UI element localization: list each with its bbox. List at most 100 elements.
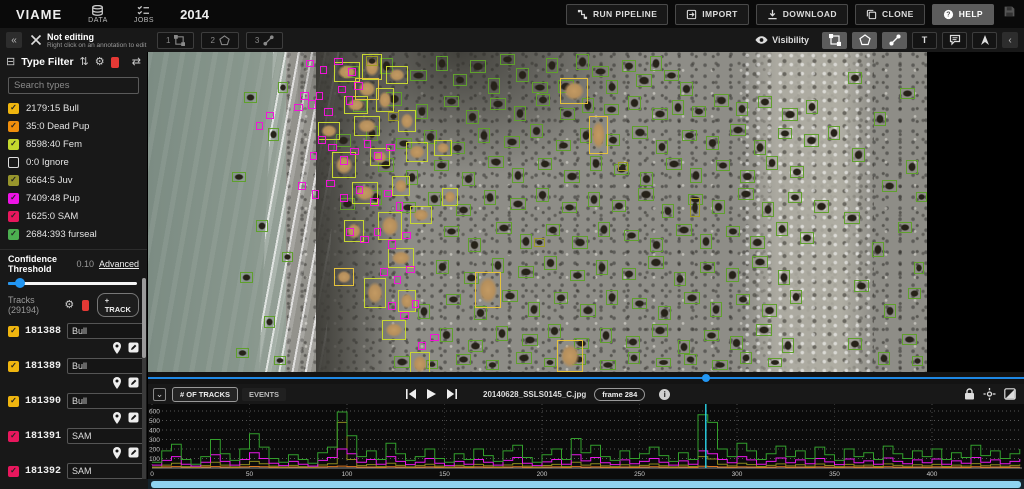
annotation-box-fur[interactable] bbox=[778, 128, 792, 139]
annotation-box-fur[interactable] bbox=[736, 294, 750, 305]
annotation-box-bull[interactable] bbox=[560, 78, 588, 104]
annotation-box-fur[interactable] bbox=[592, 66, 609, 77]
annotation-box-fur[interactable] bbox=[488, 78, 500, 94]
camera-follow-icon[interactable] bbox=[983, 388, 996, 400]
annotation-box-fur[interactable] bbox=[240, 272, 253, 283]
type-checkbox[interactable]: ✓ bbox=[8, 138, 19, 150]
annotation-box-fur[interactable] bbox=[588, 192, 600, 207]
num-tracks-button[interactable]: # OF TRACKS bbox=[172, 386, 239, 402]
annotation-box-fur[interactable] bbox=[278, 82, 288, 93]
annotation-box-fem[interactable] bbox=[354, 116, 380, 136]
annotation-box-fur[interactable] bbox=[453, 74, 467, 86]
annotation-box-fem[interactable] bbox=[364, 278, 386, 308]
annotation-box-fur[interactable] bbox=[884, 304, 896, 318]
type-checkbox[interactable]: ✓ bbox=[8, 192, 19, 204]
annotation-box-fur[interactable] bbox=[466, 110, 479, 124]
annotation-box-fur[interactable] bbox=[264, 316, 275, 328]
annotation-box-pup[interactable] bbox=[340, 194, 348, 202]
type-checkbox[interactable] bbox=[8, 156, 19, 168]
annotation-box-fur[interactable] bbox=[456, 204, 471, 216]
annotation-box-fur[interactable] bbox=[852, 148, 865, 162]
annotation-box-fur[interactable] bbox=[564, 170, 580, 183]
annotation-box-fur[interactable] bbox=[736, 102, 748, 116]
annotation-box-pup[interactable] bbox=[364, 140, 371, 148]
track-type-input[interactable] bbox=[67, 463, 146, 479]
annotation-box-fur[interactable] bbox=[236, 348, 249, 358]
annotation-box-fur[interactable] bbox=[500, 54, 515, 65]
annotation-box-fur[interactable] bbox=[502, 290, 518, 302]
delete-types-icon[interactable] bbox=[110, 56, 119, 68]
annotation-box-fur[interactable] bbox=[750, 236, 765, 249]
annotation-box-fur[interactable] bbox=[606, 290, 618, 305]
annotation-box-fur[interactable] bbox=[878, 352, 890, 365]
annotation-box-pup[interactable] bbox=[256, 122, 263, 130]
annotation-box-fur[interactable] bbox=[650, 56, 662, 71]
annotation-box-bull[interactable] bbox=[334, 268, 354, 286]
annotation-box-fur[interactable] bbox=[622, 60, 636, 72]
annotation-box-fur[interactable] bbox=[428, 192, 441, 206]
annotation-box-fur[interactable] bbox=[282, 252, 293, 262]
scrubber-track[interactable] bbox=[148, 377, 1024, 379]
annotation-box-pup[interactable] bbox=[418, 342, 426, 350]
annotation-box-fur[interactable] bbox=[754, 140, 766, 155]
annotation-box-pup[interactable] bbox=[374, 228, 381, 236]
annotation-box-fur[interactable] bbox=[648, 256, 664, 269]
annotation-box-bull[interactable] bbox=[589, 116, 608, 154]
annotation-box-fur[interactable] bbox=[800, 232, 814, 244]
annotation-box-pup[interactable] bbox=[298, 182, 306, 190]
annotation-box-fur[interactable] bbox=[788, 192, 802, 203]
annotation-box-fur[interactable] bbox=[704, 330, 719, 341]
annotation-box-fur[interactable] bbox=[900, 88, 915, 99]
track-row[interactable]: ✓ 181388 bbox=[8, 322, 146, 355]
toggle-cursor-button[interactable] bbox=[972, 31, 997, 49]
type-filter-row[interactable]: ✓ 1625:0 SAM bbox=[8, 207, 147, 225]
annotation-box-fur[interactable] bbox=[678, 340, 690, 354]
annotation-box-fur[interactable] bbox=[444, 226, 459, 237]
annotation-box-pup[interactable] bbox=[308, 100, 316, 109]
annotation-box-fur[interactable] bbox=[538, 158, 552, 170]
annotation-box-fur[interactable] bbox=[628, 96, 641, 110]
type-filter-row[interactable]: ✓ 7409:48 Pup bbox=[8, 189, 147, 207]
track-row[interactable]: ✓ 181389 bbox=[8, 357, 146, 390]
annotation-box-pup[interactable] bbox=[346, 96, 353, 105]
annotation-box-fur[interactable] bbox=[518, 266, 534, 278]
type-filter-row[interactable]: ✓ 2684:393 furseal bbox=[8, 225, 147, 243]
annotation-box-pup[interactable] bbox=[406, 266, 415, 273]
track-type-input[interactable] bbox=[67, 428, 146, 444]
annotation-box-fur[interactable] bbox=[474, 306, 487, 320]
annotation-box-juvb[interactable] bbox=[618, 162, 628, 171]
track-checkbox[interactable]: ✓ bbox=[8, 395, 19, 407]
save-icon[interactable] bbox=[1003, 5, 1016, 23]
annotation-box-pup[interactable] bbox=[394, 276, 401, 284]
annotation-box-fem[interactable] bbox=[410, 352, 430, 372]
annotation-box-fur[interactable] bbox=[232, 172, 246, 182]
annotation-box-fur[interactable] bbox=[416, 104, 428, 119]
annotation-box-fur[interactable] bbox=[462, 172, 475, 186]
type-filter-row[interactable]: ✓ 6664:5 Juv bbox=[8, 171, 147, 189]
annotation-box-fur[interactable] bbox=[450, 142, 465, 154]
annotation-box-fur[interactable] bbox=[912, 356, 923, 366]
annotation-box-fur[interactable] bbox=[626, 336, 640, 348]
annotation-box-fem[interactable] bbox=[398, 110, 416, 132]
annotation-box-fur[interactable] bbox=[444, 96, 459, 107]
annotation-box-fur[interactable] bbox=[682, 130, 697, 141]
annotation-canvas[interactable] bbox=[148, 52, 1024, 372]
annotation-box-fur[interactable] bbox=[604, 104, 619, 115]
help-button[interactable]: ? HELP bbox=[931, 3, 994, 25]
type-filter-row[interactable]: ✓ 2179:15 Bull bbox=[8, 99, 147, 117]
annotation-box-pup[interactable] bbox=[316, 92, 323, 100]
edit-annotation-icon[interactable] bbox=[128, 412, 139, 423]
annotation-box-bull[interactable] bbox=[475, 272, 501, 308]
annotation-box-fur[interactable] bbox=[544, 358, 556, 367]
annotation-box-fem[interactable] bbox=[378, 212, 402, 240]
annotation-box-fur[interactable] bbox=[516, 352, 532, 364]
annotation-box-fur[interactable] bbox=[504, 136, 520, 148]
annotation-box-pup[interactable] bbox=[400, 312, 409, 319]
edit-annotation-icon[interactable] bbox=[128, 342, 139, 353]
annotation-box-fur[interactable] bbox=[666, 158, 682, 170]
annotation-box-fur[interactable] bbox=[908, 288, 921, 299]
annotation-box-fur[interactable] bbox=[516, 68, 529, 82]
timeline-scrubber[interactable] bbox=[148, 372, 1024, 384]
annotation-box-fur[interactable] bbox=[496, 326, 508, 341]
annotation-box-fur[interactable] bbox=[662, 204, 674, 218]
